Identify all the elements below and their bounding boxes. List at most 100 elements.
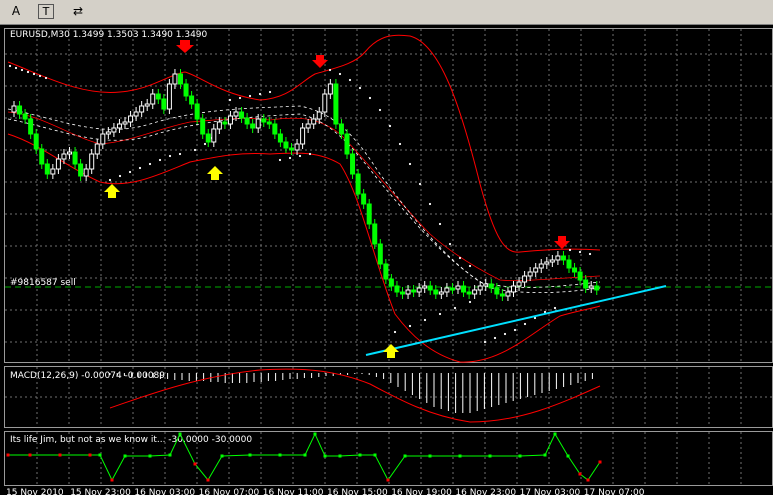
candle-body — [405, 289, 411, 295]
candle-body — [466, 291, 472, 295]
candle-body — [455, 285, 461, 290]
time-axis-label: 16 Nov 03:00 — [134, 488, 195, 495]
candle-body — [128, 115, 134, 123]
macd-histogram — [109, 373, 593, 413]
candle-body — [566, 259, 572, 269]
sar-dot — [503, 332, 507, 336]
candle-body — [300, 127, 306, 145]
sar-dot — [20, 68, 24, 72]
candle-body — [78, 163, 84, 177]
panel-borders — [4, 28, 773, 486]
candle-body — [594, 285, 600, 291]
indicator-dot — [178, 432, 182, 436]
candle-body — [588, 285, 594, 289]
sar-dot — [238, 96, 242, 100]
candle-body — [572, 267, 578, 273]
sar-dot — [268, 90, 272, 94]
sar-dot — [438, 222, 442, 226]
candle-body — [583, 279, 589, 289]
chart-window[interactable]: EURUSD,M30 1.3499 1.3503 1.3490 1.3490 #… — [0, 24, 773, 495]
sar-dot — [193, 148, 197, 152]
sar-dot — [368, 96, 372, 100]
candle-body — [355, 173, 361, 195]
indicator-dot — [553, 432, 557, 436]
candle-body — [133, 111, 139, 117]
time-axis: 15 Nov 2010 15 Nov 23:00 16 Nov 03:00 16 No… — [6, 488, 645, 495]
candle-body — [189, 95, 195, 105]
candle-body — [67, 151, 72, 155]
indicator-dot — [148, 454, 152, 458]
buy-arrow-icon — [104, 184, 120, 198]
sar-dot — [258, 92, 262, 96]
sar-dot — [553, 306, 557, 310]
time-axis-label: 16 Nov 15:00 — [327, 488, 388, 495]
candle-body — [516, 281, 522, 287]
macd-title: MACD(12,26,9) -0.00074 -0.00089 — [10, 371, 165, 381]
candle-body — [444, 287, 450, 293]
candle-body — [161, 98, 167, 110]
candle-body — [227, 115, 233, 125]
sar-dot — [308, 152, 312, 156]
text-tool-icon[interactable]: A — [8, 3, 24, 19]
candle-body — [577, 271, 583, 281]
candle-body — [255, 118, 261, 129]
candle-body — [416, 287, 422, 293]
candle-body — [283, 141, 289, 149]
candle-body — [394, 285, 400, 293]
grid — [5, 29, 772, 485]
candle-body — [449, 287, 455, 291]
candle-body — [205, 133, 211, 143]
candle-body — [560, 255, 566, 261]
candle-body — [344, 133, 350, 155]
candle-body — [472, 289, 478, 295]
sar-dot — [288, 156, 292, 160]
candle-body — [549, 259, 555, 263]
candle-body — [316, 111, 322, 120]
indicator-dot — [110, 478, 114, 482]
sar-dot — [483, 340, 487, 344]
candle-body — [44, 163, 50, 175]
sell-arrow-icon — [312, 55, 328, 68]
candle-body — [366, 203, 372, 225]
time-axis-label: 16 Nov 11:00 — [263, 488, 324, 495]
sar-dot — [428, 202, 432, 206]
sar-dot — [26, 70, 30, 74]
sar-dot — [138, 166, 142, 170]
macd-signal-line — [109, 368, 601, 423]
sar-dot — [468, 300, 472, 304]
candle-body — [305, 123, 311, 129]
candle-body — [289, 147, 294, 151]
sar-dot — [408, 162, 412, 166]
bollinger-bands — [7, 34, 601, 363]
candle-body — [533, 267, 539, 273]
candle-body — [383, 263, 389, 280]
sar-dot — [298, 154, 302, 158]
arrows-tool-icon[interactable]: ⇄ — [66, 3, 90, 19]
candle-body — [433, 289, 439, 295]
candle-body — [244, 117, 250, 125]
candle-body — [222, 121, 228, 125]
candle-body — [372, 223, 378, 245]
candle-body — [178, 73, 183, 85]
candle-body — [172, 73, 178, 85]
sar-dot — [448, 242, 452, 246]
candle-body — [499, 293, 505, 297]
candle-body — [311, 118, 317, 125]
drawing-toolbar: A T ⇄ — [0, 0, 773, 25]
sar-dot — [348, 78, 352, 82]
indicator-dot — [598, 460, 602, 464]
candle-body — [538, 263, 544, 269]
sar-dot — [158, 158, 162, 162]
candle-body — [544, 261, 550, 265]
candle-body — [122, 121, 128, 125]
candle-body — [494, 287, 500, 295]
time-axis-label: 17 Nov 03:00 — [520, 488, 581, 495]
label-tool-icon[interactable]: T — [38, 4, 54, 19]
candle-body — [83, 168, 89, 177]
sar-dot — [388, 124, 392, 128]
candle-body — [522, 275, 528, 283]
indicator-dot — [338, 454, 342, 458]
sar-dot — [423, 318, 427, 322]
candle-body — [322, 93, 328, 113]
sar-dot — [523, 322, 527, 326]
